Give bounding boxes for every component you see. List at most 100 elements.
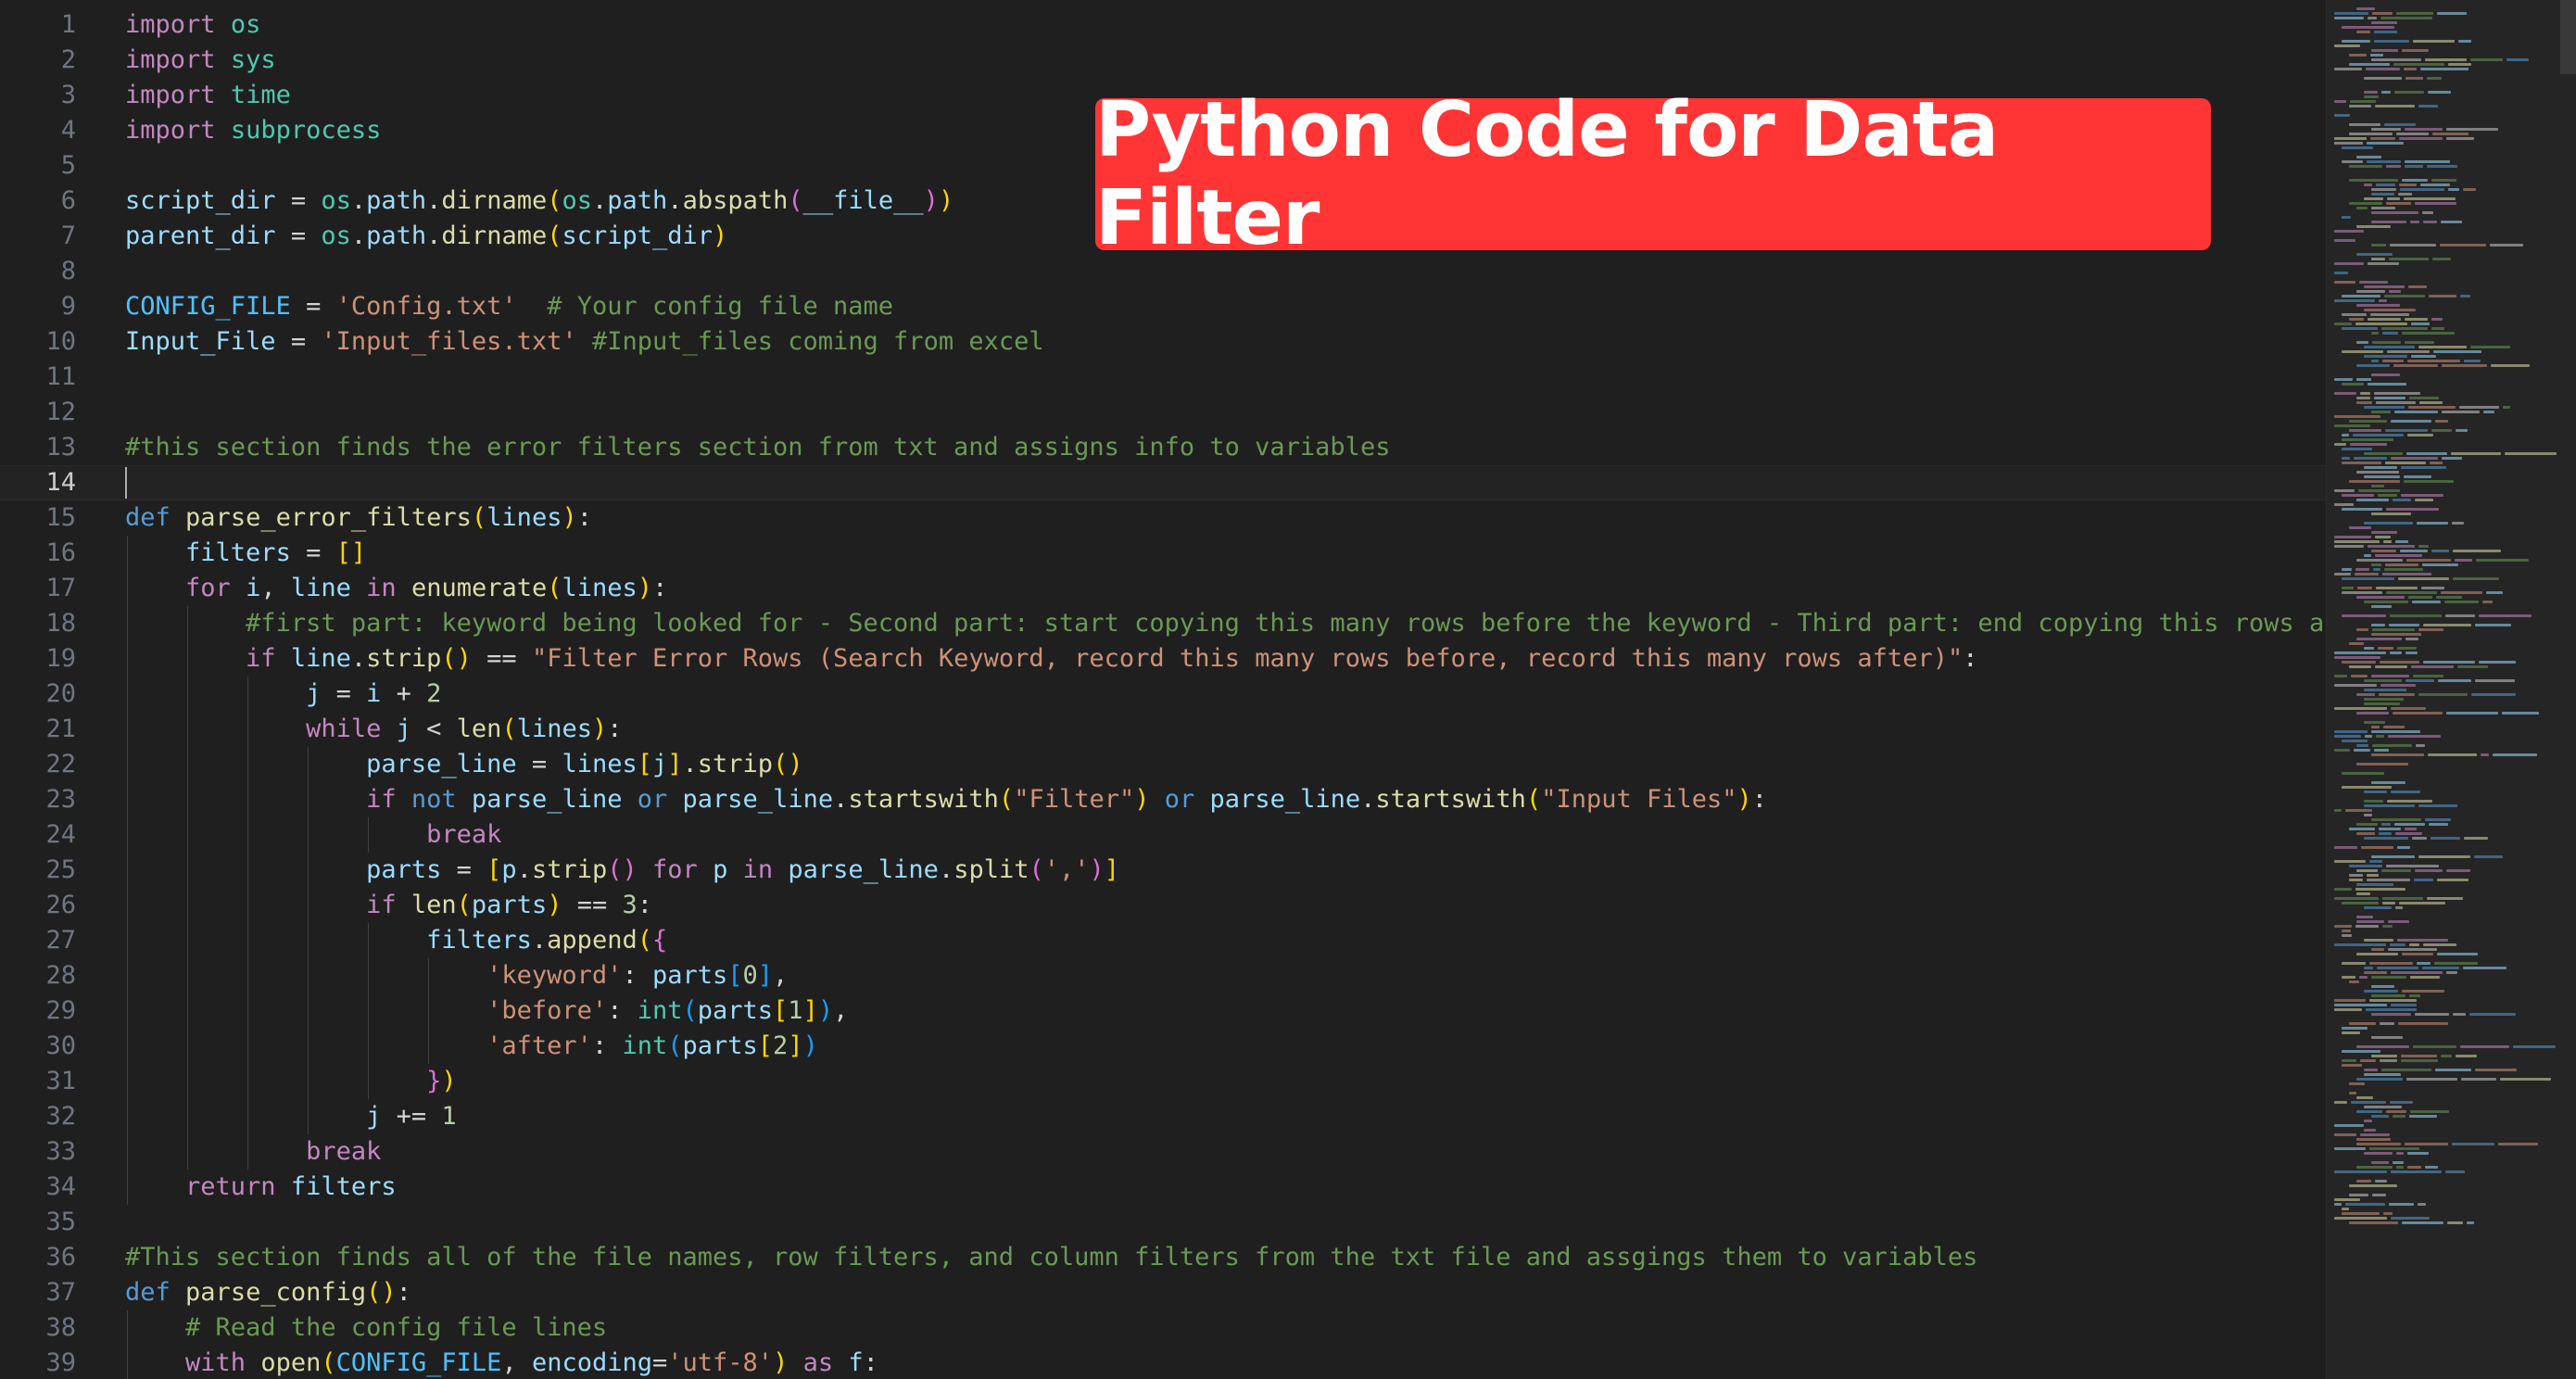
code-line[interactable]: 1 import os — [0, 7, 2326, 43]
code-line[interactable]: 24 break — [0, 817, 2326, 853]
code-token: filters — [426, 926, 532, 955]
minimap-code-mark — [2365, 735, 2372, 738]
minimap-code-mark — [2334, 1170, 2387, 1173]
minimap-code-mark — [2371, 244, 2386, 247]
minimap-code-mark — [2370, 54, 2383, 57]
minimap-code-mark — [2356, 712, 2389, 715]
line-number: 23 — [45, 785, 76, 814]
code-token: len — [410, 891, 457, 919]
minimap-code-mark — [2334, 707, 2387, 710]
minimap-code-mark — [2414, 879, 2433, 881]
code-token: __file__ — [802, 186, 924, 215]
minimap-code-mark — [2425, 1166, 2438, 1169]
code-line[interactable]: 19 if line.strip() == "Filter Error Rows… — [0, 641, 2326, 677]
code-token: 'Input_files.txt' — [321, 327, 577, 356]
code-line[interactable]: 23 if not parse_line or parse_line.start… — [0, 782, 2326, 817]
minimap-code-mark — [2334, 652, 2386, 654]
code-line[interactable]: 27 filters.append({ — [0, 923, 2326, 958]
code-line[interactable]: 12 — [0, 395, 2326, 430]
code-line[interactable]: 22 parse_line = lines[j].strip() — [0, 747, 2326, 782]
code-line[interactable]: 9 CONFIG_FILE = 'Config.txt' # Your confi… — [0, 289, 2326, 324]
code-line[interactable]: 30 'after': int(parts[2]) — [0, 1029, 2326, 1064]
code-token: : — [576, 503, 592, 532]
code-line[interactable]: 14 — [0, 465, 2326, 500]
minimap-code-mark — [2342, 448, 2372, 450]
code-line[interactable]: 36 #This section finds all of the file na… — [0, 1240, 2326, 1275]
minimap-code-mark — [2358, 489, 2400, 492]
code-line[interactable]: 15 def parse_error_filters(lines): — [0, 500, 2326, 536]
minimap-code-mark — [2391, 1004, 2417, 1006]
code-line[interactable]: 20 j = i + 2 — [0, 677, 2326, 712]
minimap-code-mark — [2455, 559, 2472, 562]
code-line[interactable]: 11 — [0, 360, 2326, 395]
code-line[interactable]: 17 for i, line in enumerate(lines): — [0, 571, 2326, 606]
scrollbar-thumb[interactable] — [2560, 0, 2576, 74]
code-line[interactable]: 31 }) — [0, 1064, 2326, 1099]
minimap-code-mark — [2503, 406, 2510, 409]
code-token: 'after' — [486, 1031, 592, 1060]
minimap-code-mark — [2342, 934, 2352, 937]
minimap-code-mark — [2372, 628, 2415, 631]
code-line[interactable]: 38 # Read the config file lines — [0, 1310, 2326, 1346]
line-number: 16 — [45, 538, 76, 567]
code-line[interactable]: 18 #first part: keyword being looked for… — [0, 606, 2326, 641]
code-token: i — [246, 574, 261, 602]
minimap-code-mark — [2479, 661, 2516, 664]
code-token: or — [637, 785, 668, 814]
code-token: ',' — [1043, 855, 1090, 884]
minimap[interactable] — [2326, 0, 2576, 1379]
minimap-code-mark — [2342, 962, 2366, 965]
code-line[interactable]: 2 import sys — [0, 43, 2326, 78]
minimap-code-mark — [2418, 693, 2468, 696]
code-token: for — [652, 855, 698, 884]
code-line[interactable]: 37 def parse_config(): — [0, 1275, 2326, 1310]
code-line[interactable]: 32 j += 1 — [0, 1099, 2326, 1134]
code-line[interactable]: 29 'before': int(parts[1]), — [0, 993, 2326, 1029]
minimap-code-mark — [2356, 920, 2384, 923]
minimap-code-mark — [2475, 679, 2515, 682]
code-line[interactable]: 39 with open(CONFIG_FILE, encoding='utf-… — [0, 1346, 2326, 1379]
minimap-code-mark — [2410, 1110, 2449, 1113]
code-line[interactable]: 13 #this section finds the error filters … — [0, 430, 2326, 465]
minimap-code-mark — [2371, 531, 2397, 534]
code-line[interactable]: 34 return filters — [0, 1170, 2326, 1205]
code-line[interactable]: 21 while j < len(lines): — [0, 712, 2326, 747]
minimap-code-mark — [2334, 1004, 2387, 1006]
code-token: lines — [562, 750, 638, 778]
minimap-code-mark — [2378, 494, 2397, 497]
minimap-code-mark — [2334, 142, 2363, 145]
minimap-code-mark — [2356, 638, 2402, 640]
code-line[interactable]: 35 — [0, 1205, 2326, 1240]
code-line[interactable]: 33 break — [0, 1134, 2326, 1170]
minimap-code-mark — [2382, 332, 2398, 335]
minimap-code-mark — [2391, 1217, 2430, 1220]
minimap-code-mark — [2399, 137, 2443, 140]
code-line[interactable]: 10 Input_File = 'Input_files.txt' #Input_… — [0, 324, 2326, 360]
minimap-code-mark — [2342, 327, 2378, 330]
minimap-code-mark — [2423, 221, 2437, 223]
minimap-code-mark — [2404, 475, 2431, 478]
code-line[interactable]: 28 'keyword': parts[0], — [0, 958, 2326, 993]
minimap-code-mark — [2385, 563, 2418, 566]
code-line[interactable]: 25 parts = [p.strip() for p in parse_lin… — [0, 853, 2326, 888]
minimap-code-mark — [2427, 897, 2463, 900]
minimap-code-mark — [2349, 874, 2363, 877]
minimap-code-mark — [2380, 1059, 2397, 1062]
minimap-code-mark — [2377, 967, 2418, 969]
minimap-code-mark — [2356, 7, 2375, 10]
minimap-code-mark — [2413, 675, 2443, 677]
minimap-code-mark — [2416, 744, 2425, 747]
minimap-code-mark — [2415, 499, 2433, 501]
minimap-code-mark — [2425, 58, 2467, 61]
minimap-code-mark — [2349, 1082, 2365, 1085]
minimap-code-mark — [2437, 953, 2478, 955]
minimap-code-mark — [2364, 197, 2383, 200]
line-number: 29 — [45, 996, 76, 1025]
code-line[interactable]: 26 if len(parts) == 3: — [0, 888, 2326, 923]
minimap-code-mark — [2371, 221, 2406, 223]
minimap-code-mark — [2440, 244, 2486, 247]
code-line[interactable]: 16 filters = [] — [0, 536, 2326, 571]
minimap-code-mark — [2364, 406, 2405, 409]
